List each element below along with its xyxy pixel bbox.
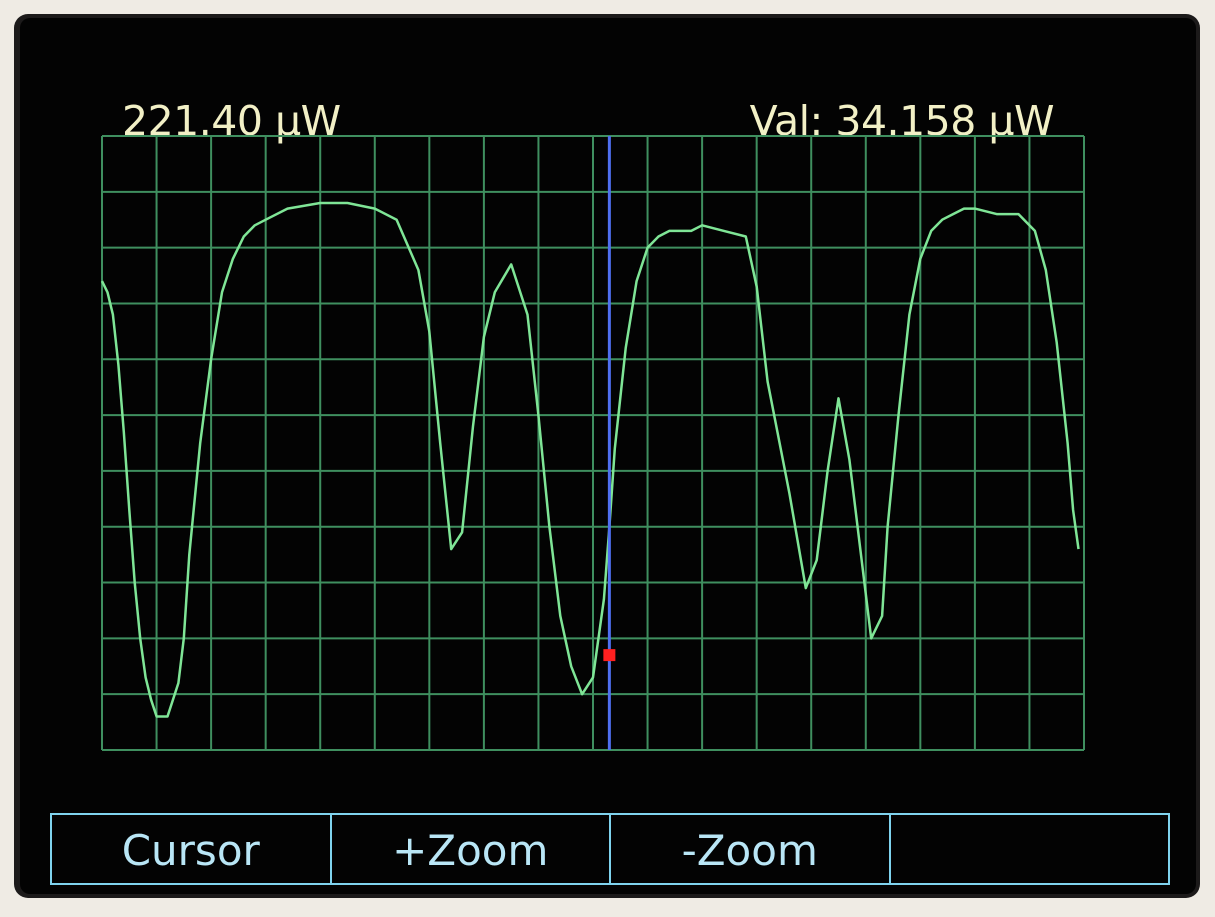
power-trace-plot[interactable]	[20, 18, 1196, 894]
zoom-in-softkey[interactable]: +Zoom	[332, 815, 611, 883]
power-trace-line	[100, 201, 1080, 718]
zoom-out-softkey[interactable]: -Zoom	[611, 815, 891, 883]
softkey-bar: Cursor +Zoom -Zoom	[50, 813, 1170, 885]
cursor-marker	[603, 649, 616, 662]
instrument-screen: 221.40 µW Val: 34.158 µW Cursor +Zoom -Z…	[20, 18, 1196, 894]
cursor-softkey[interactable]: Cursor	[52, 815, 332, 883]
empty-softkey[interactable]	[891, 815, 1169, 883]
